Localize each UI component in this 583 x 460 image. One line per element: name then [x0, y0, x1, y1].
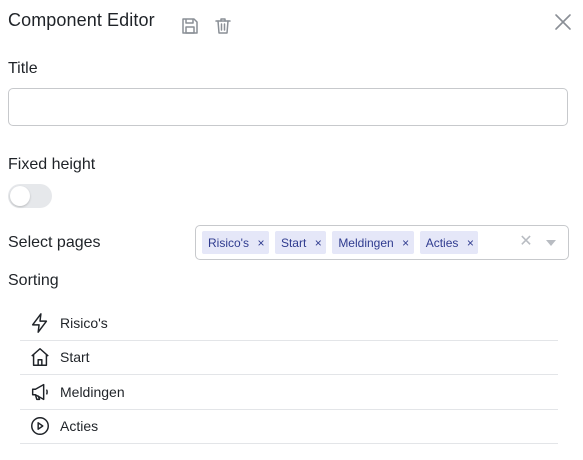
toggle-knob — [10, 186, 30, 206]
save-icon[interactable] — [180, 16, 200, 36]
title-label: Title — [8, 60, 38, 77]
chip-risicos: Risico's × — [202, 231, 269, 254]
trash-icon[interactable] — [213, 16, 233, 36]
editor-header: Component Editor — [8, 10, 575, 40]
play-circle-icon — [29, 415, 51, 437]
title-input[interactable] — [8, 88, 568, 126]
sort-item-acties[interactable]: Acties — [20, 410, 558, 444]
sort-item-label: Acties — [60, 418, 99, 435]
chip-meldingen: Meldingen × — [332, 231, 414, 254]
sorting-label: Sorting — [8, 272, 59, 289]
megaphone-icon — [29, 381, 51, 403]
home-icon — [29, 346, 51, 368]
chevron-down-icon[interactable] — [546, 240, 556, 246]
selected-chips: Risico's × Start × Meldingen × Acties × — [202, 231, 479, 254]
sort-item-risicos[interactable]: Risico's — [20, 306, 558, 341]
fixed-height-toggle[interactable] — [8, 184, 52, 208]
chip-label: Meldingen — [338, 235, 394, 250]
select-pages-multiselect[interactable]: Risico's × Start × Meldingen × Acties × … — [195, 225, 569, 260]
chip-label: Start — [280, 235, 307, 250]
lightning-icon — [29, 312, 51, 334]
fixed-height-label: Fixed height — [8, 156, 96, 173]
select-pages-label: Select pages — [8, 234, 101, 251]
chip-remove-icon[interactable]: × — [398, 231, 414, 254]
sort-item-label: Meldingen — [60, 383, 125, 400]
chip-remove-icon[interactable]: × — [462, 231, 478, 254]
sort-item-start[interactable]: Start — [20, 341, 558, 375]
page-title: Component Editor — [8, 10, 155, 30]
sorting-list: Risico's Start Meldingen Acties — [20, 306, 558, 444]
clear-all-icon[interactable]: ✕ — [518, 233, 534, 251]
chip-label: Risico's — [208, 235, 249, 250]
close-icon[interactable] — [553, 12, 573, 32]
chip-start: Start × — [274, 231, 327, 254]
sort-item-label: Risico's — [60, 314, 108, 331]
sort-item-meldingen[interactable]: Meldingen — [20, 375, 558, 410]
chip-remove-icon[interactable]: × — [253, 231, 269, 254]
chip-remove-icon[interactable]: × — [310, 231, 326, 254]
chip-label: Acties — [425, 235, 459, 250]
sort-item-label: Start — [60, 349, 90, 366]
chip-acties: Acties × — [419, 231, 479, 254]
